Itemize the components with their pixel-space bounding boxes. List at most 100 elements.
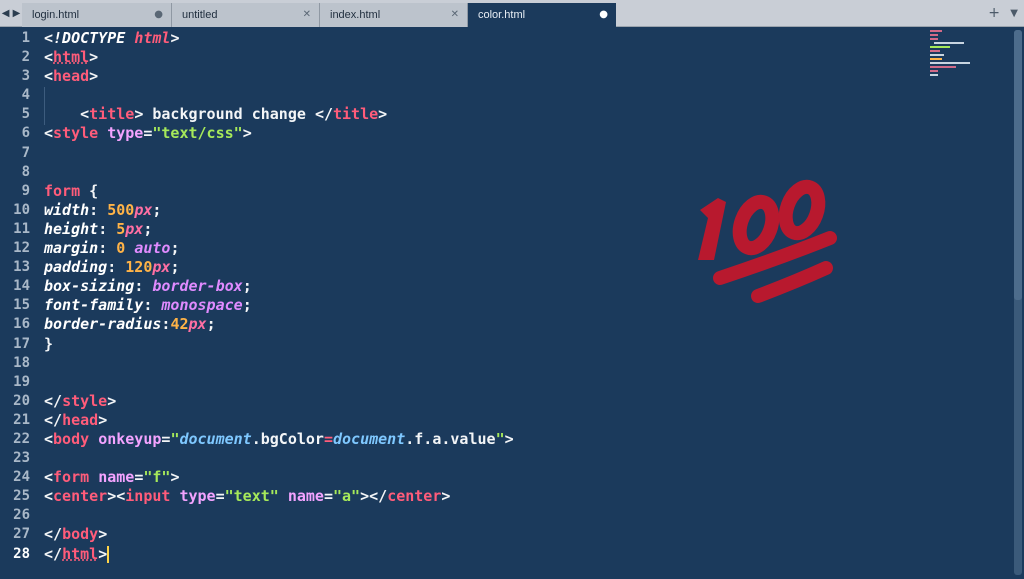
- code-line-23[interactable]: [44, 449, 924, 468]
- line-number: 9: [21, 182, 30, 199]
- line-number: 26: [13, 507, 30, 524]
- punct: =: [323, 487, 333, 506]
- punct: }: [44, 334, 54, 353]
- code-line-20[interactable]: </style>: [44, 392, 924, 411]
- punct: >: [107, 391, 117, 410]
- css-value: monospace: [161, 296, 243, 315]
- punct: >: [134, 105, 144, 124]
- tab-menu-chevron-icon[interactable]: ▼: [1010, 0, 1018, 27]
- line-number: 13: [13, 259, 30, 276]
- punct: <: [44, 48, 54, 67]
- tab-untitled[interactable]: untitled ✕: [172, 3, 320, 27]
- code-line-17[interactable]: }: [44, 335, 924, 354]
- punct: >: [107, 487, 117, 506]
- tag-name: body: [62, 525, 99, 544]
- minimap-line: [930, 38, 938, 40]
- punct: ;: [152, 200, 162, 219]
- css-property: padding: [44, 258, 108, 277]
- code-line-16[interactable]: border-radius:42px;: [44, 315, 924, 334]
- line-number: 15: [13, 297, 30, 314]
- code-line-26[interactable]: [44, 506, 924, 525]
- line-number: 10: [13, 201, 30, 218]
- punct: ;: [170, 239, 180, 258]
- tag-name: html: [53, 48, 90, 67]
- line-number: 21: [13, 411, 30, 428]
- code-line-21[interactable]: </head>: [44, 411, 924, 430]
- code-line-2[interactable]: <html>: [44, 48, 924, 67]
- new-tab-plus-icon[interactable]: +: [988, 0, 1000, 27]
- css-unit: px: [125, 219, 144, 238]
- code-line-5[interactable]: <title> background change </title>: [44, 105, 924, 124]
- tab-close-icon[interactable]: ✕: [451, 3, 459, 27]
- punct: >: [98, 410, 108, 429]
- css-property: border-radius: [44, 315, 162, 334]
- line-number: 12: [13, 240, 30, 257]
- code-line-22[interactable]: <body onkeyup="document.bgColor=document…: [44, 430, 924, 449]
- code-line-27[interactable]: </body>: [44, 525, 924, 544]
- tag-name: html: [62, 544, 99, 563]
- doctype-html: html: [134, 29, 171, 47]
- punct: <: [44, 67, 54, 86]
- punct: ;: [206, 315, 216, 334]
- minimap[interactable]: [926, 30, 976, 80]
- punct: </: [44, 544, 63, 563]
- tab-label: index.html: [330, 9, 381, 21]
- tab-modified-dot-icon[interactable]: ●: [599, 3, 608, 27]
- attr-value: "f": [143, 468, 171, 487]
- tab-nav-arrows-icon[interactable]: ◀ ▶: [0, 0, 22, 27]
- minimap-line: [930, 46, 950, 48]
- tag-name: head: [62, 410, 99, 429]
- code-line-18[interactable]: [44, 354, 924, 373]
- punct: :: [98, 219, 117, 238]
- tab-index-html[interactable]: index.html ✕: [320, 3, 468, 27]
- line-number: 11: [13, 220, 30, 237]
- line-number: 14: [13, 278, 30, 295]
- code-line-25[interactable]: <center><input type="text" name="a"></ce…: [44, 487, 924, 506]
- punct: ;: [170, 258, 180, 277]
- punct: ;: [242, 296, 252, 315]
- minimap-line: [930, 66, 956, 68]
- code-line-28[interactable]: </html>: [44, 545, 924, 564]
- code-line-4[interactable]: [44, 86, 924, 105]
- punct: <: [44, 487, 54, 506]
- line-number: 3: [21, 68, 30, 85]
- code-line-6[interactable]: <style type="text/css">: [44, 124, 924, 143]
- tab-label: color.html: [478, 9, 526, 21]
- code-line-1[interactable]: <!DOCTYPE html>: [44, 29, 924, 48]
- text-content: background change: [143, 105, 315, 124]
- code-line-24[interactable]: <form name="f">: [44, 468, 924, 487]
- minimap-line: [930, 58, 942, 60]
- line-number: 4: [21, 87, 30, 104]
- punct: <: [44, 429, 54, 448]
- code-line-19[interactable]: [44, 373, 924, 392]
- tab-color-html[interactable]: color.html ●: [468, 3, 616, 27]
- quote: ": [495, 429, 505, 448]
- punct: </: [314, 105, 333, 124]
- punct: ;: [143, 219, 153, 238]
- line-number: 27: [13, 526, 30, 543]
- tag-name: title: [89, 105, 135, 124]
- attr-name: type: [179, 487, 216, 506]
- code-line-3[interactable]: <head>: [44, 67, 924, 86]
- css-value: border-box: [152, 277, 243, 296]
- tab-modified-dot-icon[interactable]: ●: [154, 3, 163, 27]
- text-caret: [107, 545, 110, 563]
- punct: >: [378, 105, 388, 124]
- minimap-line: [930, 70, 938, 72]
- editor-window: ◀ ▶ login.html ● untitled ✕ index.html ✕…: [0, 0, 1024, 579]
- tag-name: form: [53, 468, 90, 487]
- code-line-7[interactable]: [44, 144, 924, 163]
- css-value: auto: [134, 239, 171, 258]
- vertical-scrollbar[interactable]: [1014, 30, 1022, 575]
- punct: :: [89, 200, 108, 219]
- tab-login-html[interactable]: login.html ●: [22, 3, 172, 27]
- js-member: .f.a.value: [405, 429, 496, 448]
- line-number: 8: [21, 163, 30, 180]
- js-object: document: [333, 429, 406, 448]
- tab-close-icon[interactable]: ✕: [303, 3, 311, 27]
- punct: >: [98, 525, 108, 544]
- scrollbar-thumb[interactable]: [1014, 30, 1022, 300]
